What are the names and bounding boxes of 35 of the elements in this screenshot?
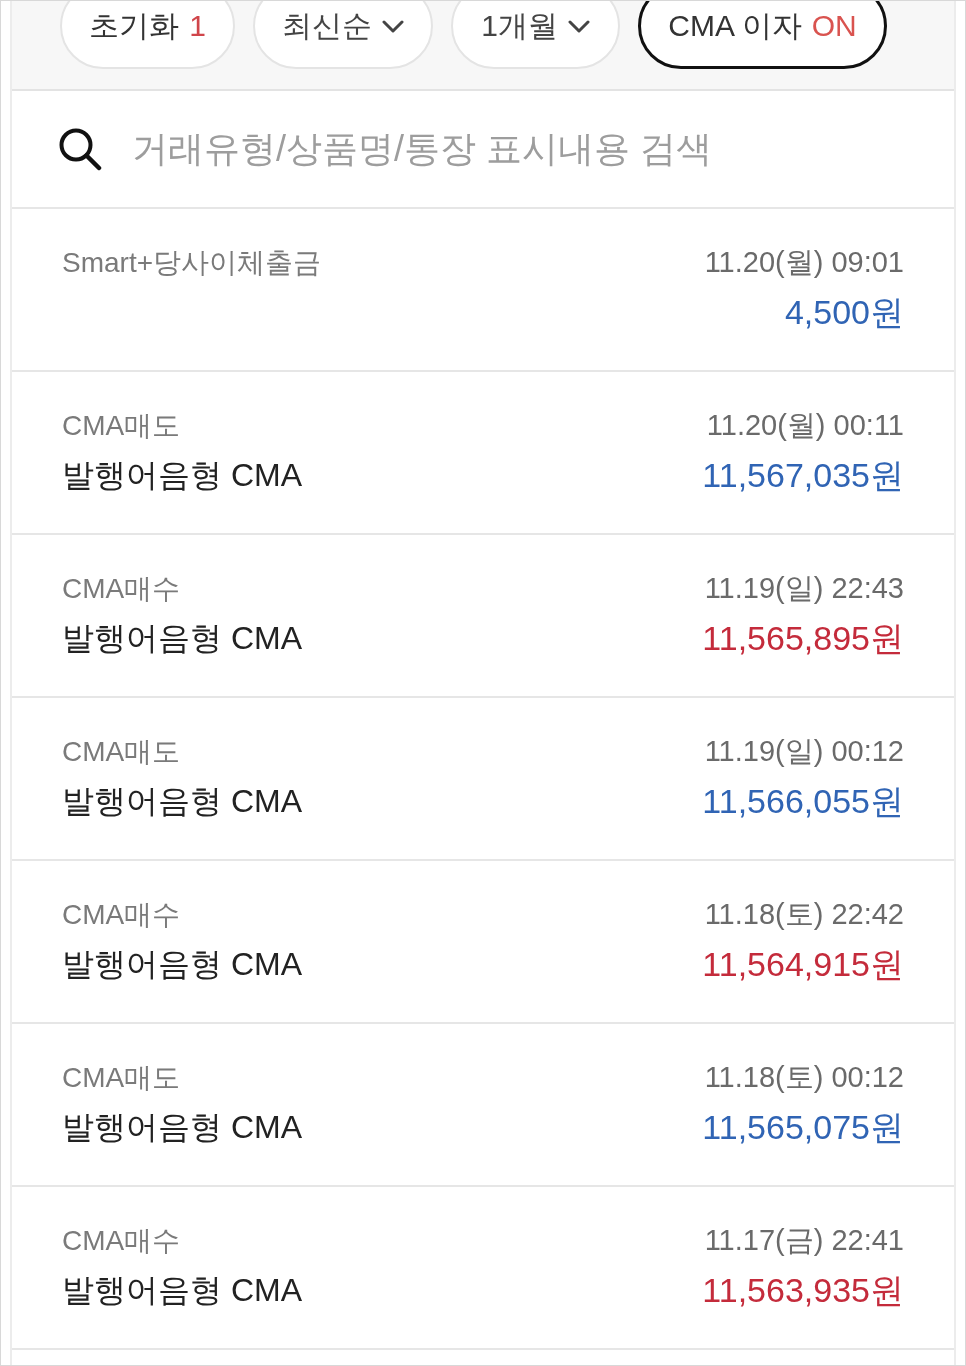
transaction-datetime: 11.20(월) 09:01 <box>704 245 904 281</box>
product-name: 발행어음형 CMA <box>62 619 302 658</box>
transaction-datetime: 11.17(금) 22:41 <box>704 1223 904 1259</box>
product-name: 발행어음형 CMA <box>62 1108 302 1147</box>
product-name: 발행어음형 CMA <box>62 782 302 821</box>
search-field[interactable]: 거래유형/상품명/통장 표시내용 검색 <box>132 122 924 176</box>
product-name: 발행어음형 CMA <box>62 945 302 984</box>
transaction-amount: 11,565,075원 <box>702 1106 904 1148</box>
transaction-type: CMA매수 <box>62 898 181 932</box>
transaction-datetime: 11.19(일) 22:43 <box>704 571 904 607</box>
transaction-datetime: 11.20(월) 00:11 <box>706 408 904 444</box>
filter-chip[interactable]: 최신순 <box>253 1 433 69</box>
transaction-type: CMA매도 <box>62 735 181 769</box>
filter-chip[interactable]: 초기화 1 <box>60 1 235 69</box>
transaction-datetime: 11.18(토) 00:12 <box>704 1060 904 1096</box>
chevron-down-icon <box>567 19 590 33</box>
chevron-down-icon <box>382 19 404 33</box>
search-icon <box>58 127 102 171</box>
transaction-amount: 11,565,895원 <box>702 617 904 659</box>
product-name: 발행어음형 CMA <box>62 1271 302 1310</box>
transaction-type: CMA매수 <box>62 1224 181 1258</box>
filter-chip[interactable]: CMA 이자 ON <box>638 1 887 69</box>
transaction-datetime: 11.18(토) 22:42 <box>704 897 904 933</box>
transaction-datetime: 11.19(일) 00:12 <box>704 734 904 770</box>
transaction-type: Smart+당사이체출금 <box>62 246 322 280</box>
transaction-type: CMA매도 <box>62 409 181 443</box>
transaction-amount: 11,567,035원 <box>702 454 904 496</box>
transaction-amount: 4,500원 <box>784 291 904 333</box>
transaction-amount: 11,566,055원 <box>702 780 904 822</box>
product-name: 발행어음형 CMA <box>62 456 302 495</box>
filter-chip[interactable]: 1개월 <box>451 1 620 69</box>
transaction-type: CMA매도 <box>62 1061 181 1095</box>
transaction-amount: 11,564,915원 <box>702 943 904 985</box>
transaction-amount: 11,563,935원 <box>702 1269 904 1311</box>
transaction-type: CMA매수 <box>62 572 181 606</box>
